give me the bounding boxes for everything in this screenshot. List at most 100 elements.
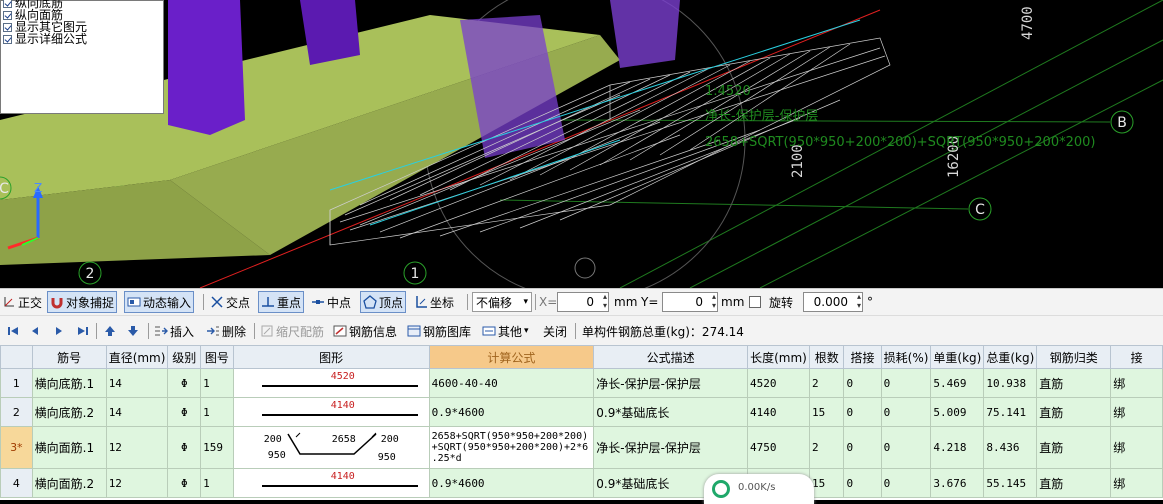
- cell-figure-no[interactable]: 1: [200, 397, 234, 427]
- cell-bar-number[interactable]: 横向底筋.1: [31, 368, 107, 398]
- col-header-figure-no[interactable]: 图号: [200, 345, 234, 369]
- row-number[interactable]: 2: [0, 397, 33, 427]
- cell-connection[interactable]: 绑: [1110, 397, 1163, 427]
- cell-formula[interactable]: 0.9*4600: [428, 468, 595, 498]
- scale-rebar-button[interactable]: 缩尺配筋: [260, 320, 324, 342]
- col-header-length[interactable]: 长度(mm): [747, 345, 810, 369]
- cell-loss[interactable]: 0: [880, 468, 932, 498]
- table-row[interactable]: 1 横向底筋.1 14 Φ 1 4520 4600-40-40 净长-保护层-保…: [0, 368, 1163, 398]
- last-record-button[interactable]: [76, 320, 92, 342]
- delete-button[interactable]: 删除: [206, 320, 246, 342]
- table-row[interactable]: 4 横向面筋.2 12 Φ 1 4140 0.9*4600 0.9*基础底长 1…: [0, 468, 1163, 498]
- cell-total-weight[interactable]: 55.145: [983, 468, 1038, 498]
- cell-formula-desc[interactable]: 0.9*基础底长: [593, 397, 748, 427]
- column-right[interactable]: [610, 0, 680, 68]
- other-menu-button[interactable]: 其他 ▾: [482, 320, 529, 342]
- rotate-checkbox[interactable]: 旋转: [749, 291, 793, 313]
- checkbox-unchecked-icon[interactable]: [749, 296, 761, 308]
- cell-grade[interactable]: Φ: [167, 426, 202, 469]
- insert-button[interactable]: 插入: [154, 320, 194, 342]
- cell-total-weight[interactable]: 8.436: [983, 426, 1038, 469]
- cell-grade[interactable]: Φ: [167, 468, 202, 498]
- cell-figure-no[interactable]: 159: [200, 426, 234, 469]
- cell-count[interactable]: 2: [808, 426, 845, 469]
- cell-lap[interactable]: 0: [843, 468, 882, 498]
- close-button[interactable]: 关闭: [543, 320, 567, 342]
- col-header-shape[interactable]: 图形: [232, 345, 430, 369]
- cell-figure-no[interactable]: 1: [200, 468, 234, 498]
- col-header-formula-desc[interactable]: 公式描述: [593, 345, 748, 369]
- move-down-button[interactable]: [126, 320, 142, 342]
- perpendicular-snap-button[interactable]: 重点: [258, 291, 305, 313]
- cell-unit-weight[interactable]: 5.009: [930, 397, 985, 427]
- next-record-button[interactable]: [52, 320, 68, 342]
- cell-length[interactable]: 4520: [747, 368, 810, 398]
- cell-count[interactable]: 15: [808, 397, 845, 427]
- cell-loss[interactable]: 0: [880, 368, 932, 398]
- first-record-button[interactable]: [6, 320, 22, 342]
- cell-count[interactable]: 15: [808, 468, 845, 498]
- cell-connection[interactable]: 绑: [1110, 368, 1163, 398]
- col-header-lap[interactable]: 搭接: [843, 345, 882, 369]
- coordinate-button[interactable]: 坐标: [414, 291, 454, 313]
- object-snap-button[interactable]: 对象捕捉: [47, 291, 118, 313]
- cell-category[interactable]: 直筋: [1036, 468, 1112, 498]
- cell-total-weight[interactable]: 75.141: [983, 397, 1038, 427]
- rotation-handle-bottom[interactable]: [574, 257, 596, 279]
- cell-bar-number[interactable]: 横向面筋.1: [31, 426, 107, 469]
- cell-loss[interactable]: 0: [880, 426, 932, 469]
- checkbox-checked-icon[interactable]: [3, 11, 12, 20]
- cell-diameter[interactable]: 14: [105, 397, 169, 427]
- option-show-detail-formula[interactable]: 显示详细公式: [3, 33, 87, 46]
- offset-mode-select[interactable]: 不偏移 ▾: [472, 292, 532, 312]
- cell-formula[interactable]: 4600-40-40: [428, 368, 595, 398]
- cell-diameter[interactable]: 12: [105, 468, 169, 498]
- cell-formula[interactable]: 0.9*4600: [428, 397, 595, 427]
- x-coordinate-input[interactable]: 0: [557, 292, 609, 312]
- col-header-formula[interactable]: 计算公式: [428, 345, 595, 369]
- cell-figure-no[interactable]: 1: [200, 368, 234, 398]
- cell-bar-number[interactable]: 横向底筋.2: [31, 397, 107, 427]
- vertex-snap-button[interactable]: 顶点: [360, 291, 407, 313]
- cell-shape[interactable]: 200 950 2658 200 950: [232, 426, 430, 469]
- cell-formula-desc[interactable]: 净长-保护层-保护层: [593, 368, 748, 398]
- midpoint-snap-button[interactable]: 中点: [311, 291, 351, 313]
- cell-shape[interactable]: 4140: [232, 397, 430, 427]
- viewport-canvas[interactable]: Z 2 1 B C C 4700 2100 16200 1:4520 净长-保护…: [0, 0, 1163, 288]
- col-header-unit-weight[interactable]: 单重(kg): [930, 345, 985, 369]
- column-mid[interactable]: [300, 0, 360, 65]
- cell-category[interactable]: 直筋: [1036, 368, 1112, 398]
- rotate-angle-input[interactable]: 0.000: [803, 292, 863, 312]
- cell-length[interactable]: 4750: [747, 426, 810, 469]
- table-row-current[interactable]: 3* 横向面筋.1 12 Φ 159 200 950 2658 200 950 …: [0, 426, 1163, 469]
- col-header-diameter[interactable]: 直径(mm): [105, 345, 169, 369]
- table-row[interactable]: 2 横向底筋.2 14 Φ 1 4140 0.9*4600 0.9*基础底长 4…: [0, 397, 1163, 427]
- checkbox-checked-icon[interactable]: [3, 35, 12, 44]
- cell-unit-weight[interactable]: 3.676: [930, 468, 985, 498]
- y-coordinate-input[interactable]: 0: [662, 292, 718, 312]
- cell-grade[interactable]: Φ: [167, 397, 202, 427]
- row-number[interactable]: 1: [0, 368, 33, 398]
- checkbox-checked-icon[interactable]: [3, 23, 12, 32]
- cell-unit-weight[interactable]: 5.469: [930, 368, 985, 398]
- col-header-loss[interactable]: 损耗(%): [880, 345, 932, 369]
- cell-connection[interactable]: 绑: [1110, 426, 1163, 469]
- prev-record-button[interactable]: [28, 320, 44, 342]
- cell-total-weight[interactable]: 10.938: [983, 368, 1038, 398]
- cell-formula-desc[interactable]: 净长-保护层-保护层: [593, 426, 748, 469]
- col-header-total-weight[interactable]: 总重(kg): [983, 345, 1038, 369]
- column-left[interactable]: [168, 0, 245, 135]
- move-up-button[interactable]: [103, 320, 119, 342]
- col-header-bar-number[interactable]: 筋号: [31, 345, 107, 369]
- col-header-category[interactable]: 钢筋归类: [1036, 345, 1112, 369]
- cell-formula-editing[interactable]: 2658+SQRT(950*950+200*200) +SQRT(950*950…: [428, 426, 595, 469]
- rebar-info-button[interactable]: 钢筋信息: [333, 320, 397, 342]
- cell-lap[interactable]: 0: [843, 368, 882, 398]
- cell-length[interactable]: 4140: [747, 397, 810, 427]
- col-header-count[interactable]: 根数: [808, 345, 845, 369]
- row-number[interactable]: 3*: [0, 426, 33, 469]
- intersection-snap-button[interactable]: 交点: [210, 291, 250, 313]
- cell-count[interactable]: 2: [808, 368, 845, 398]
- cell-lap[interactable]: 0: [843, 426, 882, 469]
- cell-shape[interactable]: 4520: [232, 368, 430, 398]
